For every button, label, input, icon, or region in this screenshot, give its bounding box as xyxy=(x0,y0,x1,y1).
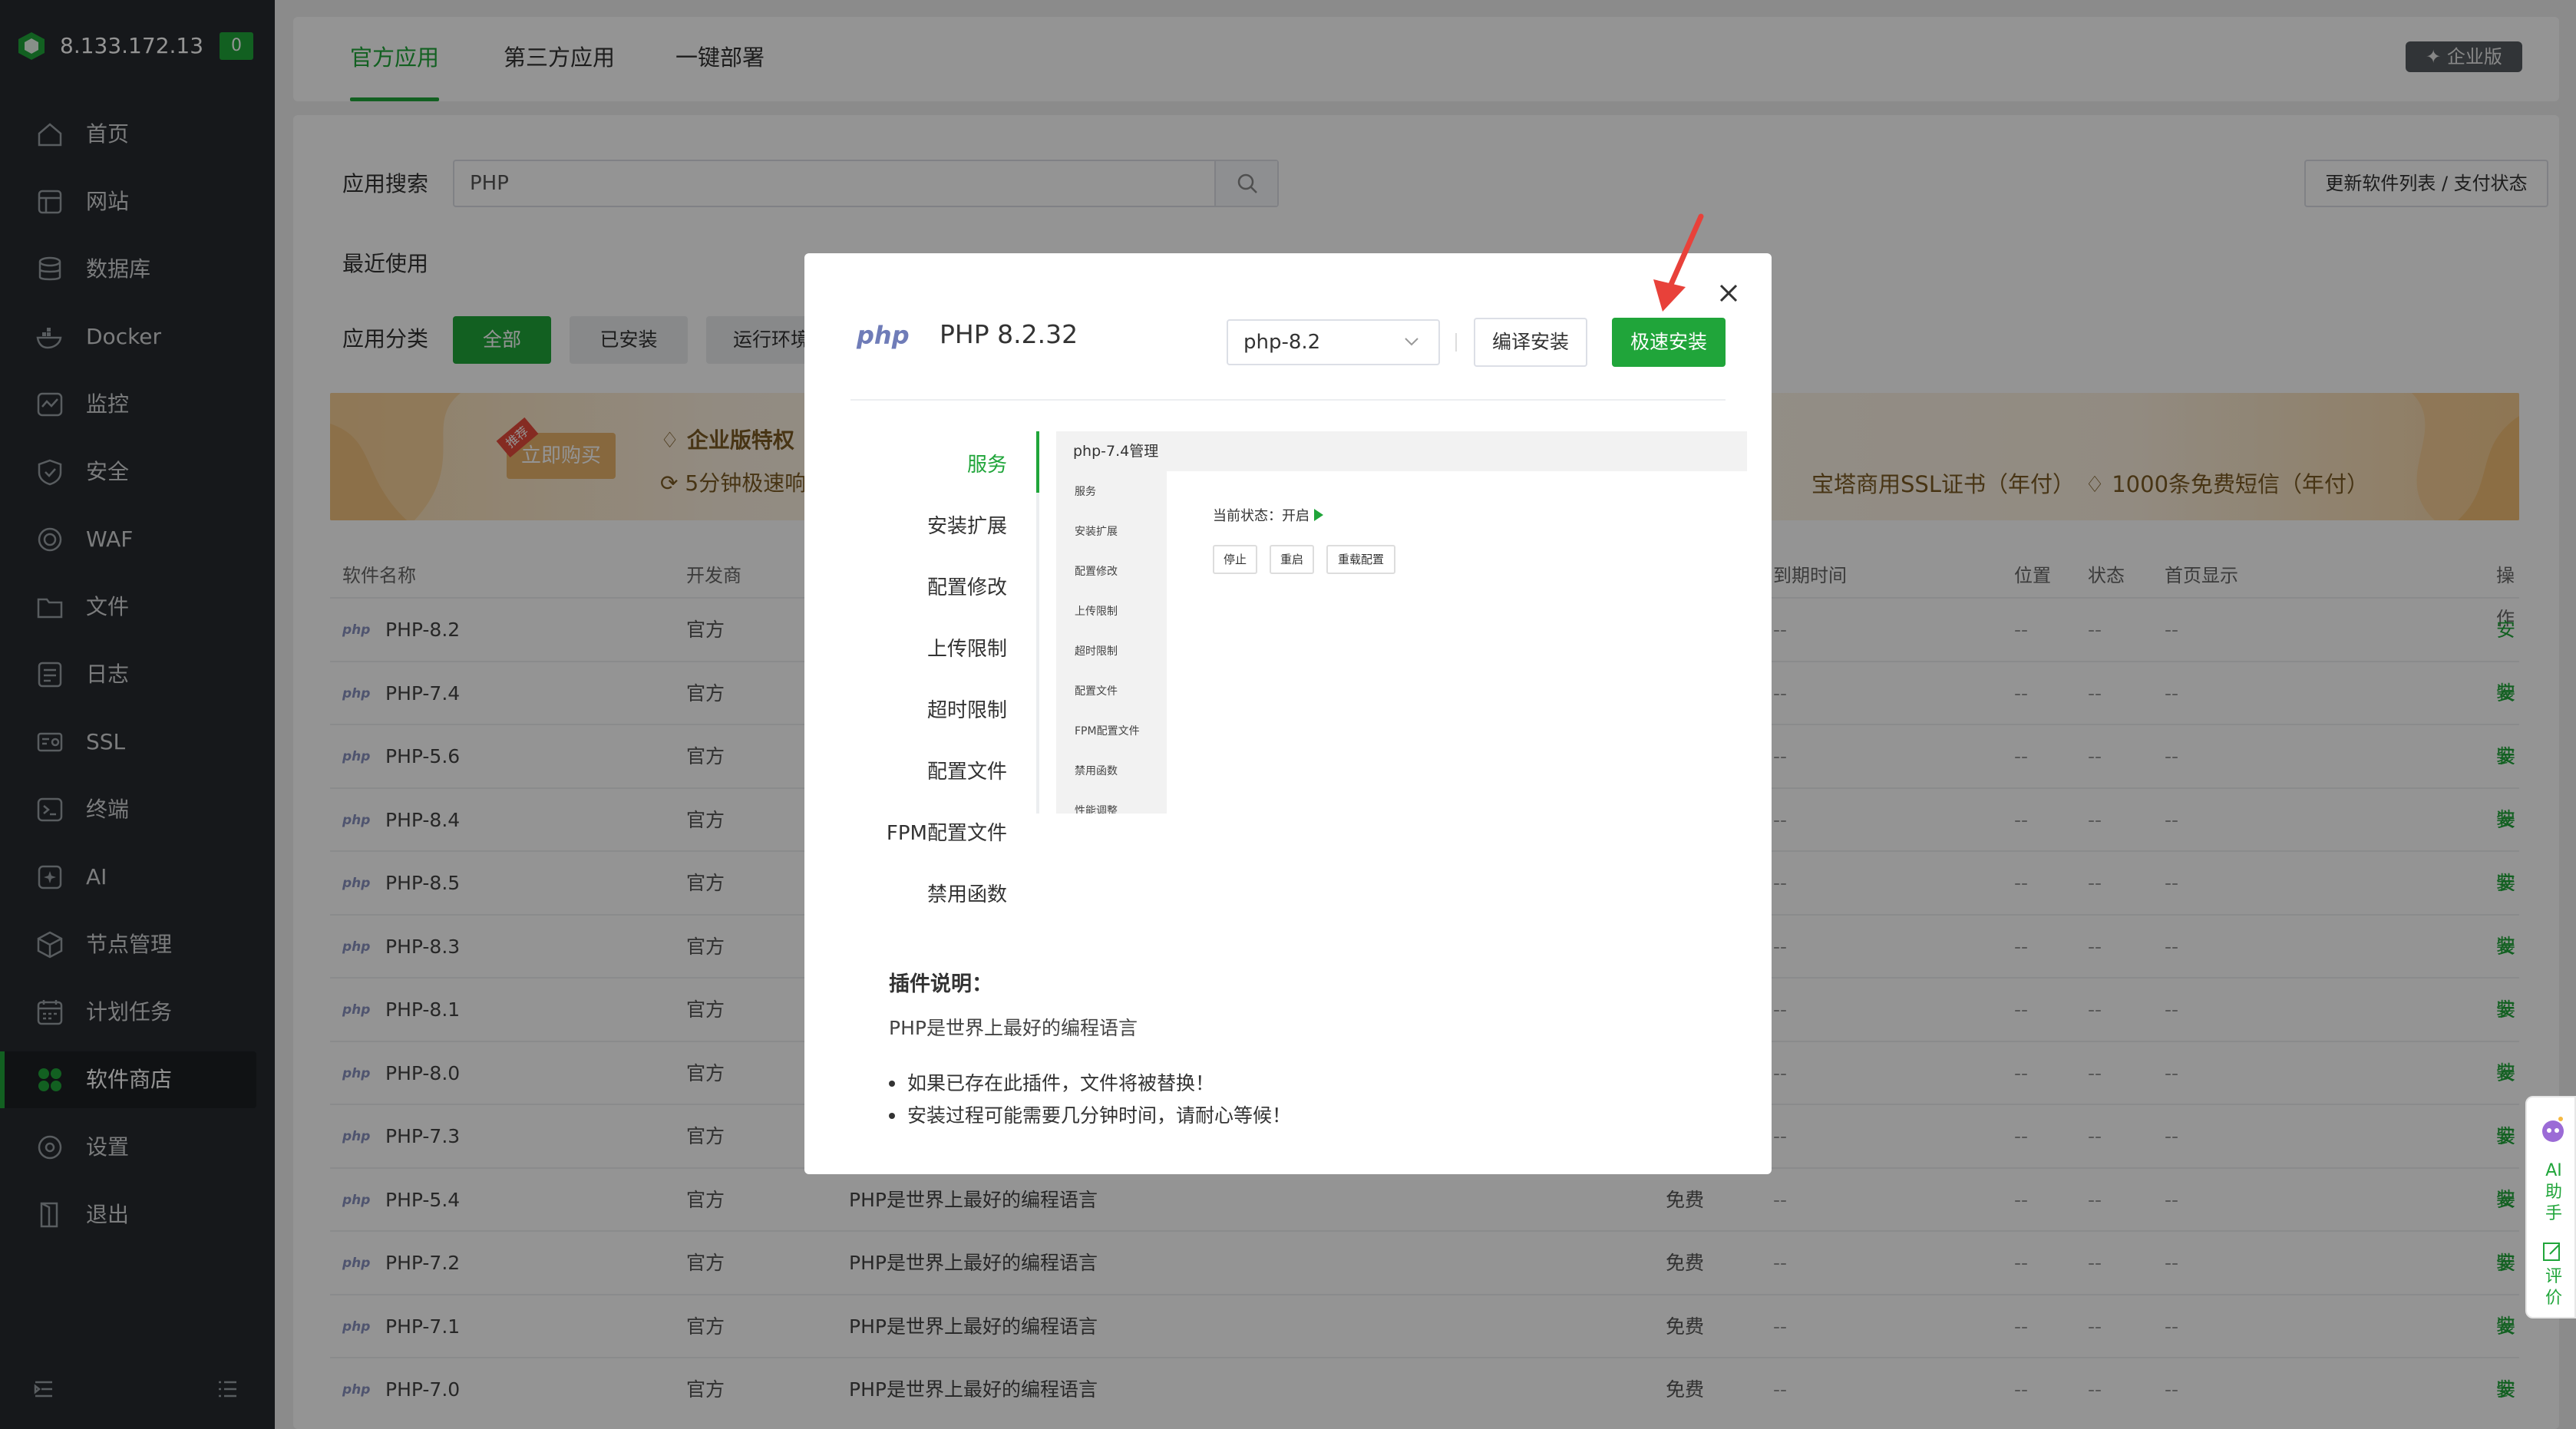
dialog-nav-item[interactable]: 配置文件 xyxy=(804,757,1007,787)
dialog-nav-item[interactable]: 安装扩展 xyxy=(804,511,1007,542)
compile-install-button[interactable]: 编译安装 xyxy=(1474,318,1587,367)
chevron-down-icon xyxy=(1405,338,1418,346)
notice-text-2: 安装过程可能需要几分钟时间，请耐心等候！ xyxy=(907,1104,1292,1127)
preview-menu-item: 超时限制 xyxy=(1075,645,1118,658)
dialog-nav-item[interactable]: 配置修改 xyxy=(804,573,1007,603)
plugin-desc-title: 插件说明： xyxy=(889,972,992,996)
preview-header: php-7.4管理 xyxy=(1056,431,1747,471)
preview-stop-button: 停止 xyxy=(1213,545,1257,574)
version-select[interactable]: php-8.2 xyxy=(1227,319,1440,365)
preview-menu-item: 配置修改 xyxy=(1075,566,1118,578)
php-install-dialog: php PHP 8.2.32 php-8.2 编译安装 极速安装 服务安装扩展配… xyxy=(804,253,1772,1174)
preview-menu-item: 禁用函数 xyxy=(1075,765,1118,777)
preview-menu-item: 服务 xyxy=(1075,486,1096,498)
fast-install-button[interactable]: 极速安装 xyxy=(1612,318,1726,367)
button-separator xyxy=(1455,333,1457,351)
preview-menu-item: 配置文件 xyxy=(1075,685,1118,698)
version-select-value: php-8.2 xyxy=(1243,331,1321,354)
bullet-dot xyxy=(889,1113,895,1119)
preview-menu-item: FPM配置文件 xyxy=(1075,725,1140,738)
bullet-dot xyxy=(889,1081,895,1087)
red-arrow-annotation xyxy=(1653,213,1704,312)
ai-assistant-float[interactable]: AI助手 评价 xyxy=(2525,1096,2576,1318)
preview-menu-item: 上传限制 xyxy=(1075,606,1118,618)
preview-menu: 服务安装扩展配置修改上传限制超时限制配置文件FPM配置文件禁用函数性能调整负载状… xyxy=(1056,471,1167,814)
dialog-nav-item[interactable]: 服务 xyxy=(804,450,1007,480)
preview-status-text: 当前状态：开启 xyxy=(1213,508,1309,524)
nav-active-indicator xyxy=(1036,431,1039,493)
preview-status: 当前状态：开启 xyxy=(1213,505,1323,525)
preview-menu-item: 安装扩展 xyxy=(1075,526,1118,538)
edit-rate-icon xyxy=(2543,1243,2560,1261)
dialog-nav-item[interactable]: 禁用函数 xyxy=(804,880,1007,910)
play-icon xyxy=(1314,509,1323,521)
rate-label: 评价 xyxy=(2545,1267,2562,1308)
dialog-title: PHP 8.2.32 xyxy=(940,319,1078,349)
dialog-nav-item[interactable]: 上传限制 xyxy=(804,634,1007,665)
dialog-divider xyxy=(850,399,1726,401)
ai-robot-icon xyxy=(2542,1117,2564,1142)
notice-bullet-1: 如果已存在此插件，文件将被替换！ xyxy=(889,1068,1214,1096)
preview-menu-item: 性能调整 xyxy=(1075,805,1118,814)
close-icon[interactable] xyxy=(1713,278,1744,309)
dialog-nav-item[interactable]: FPM配置文件 xyxy=(804,818,1007,849)
ai-assistant-label: AI助手 xyxy=(2545,1161,2562,1223)
preview-restart-button: 重启 xyxy=(1270,545,1314,574)
notice-bullet-2: 安装过程可能需要几分钟时间，请耐心等候！ xyxy=(889,1101,1291,1128)
preview-screenshot: php-7.4管理 服务安装扩展配置修改上传限制超时限制配置文件 FPM配置文件禁… xyxy=(1056,431,1747,814)
dialog-nav-item[interactable]: 超时限制 xyxy=(804,695,1007,726)
preview-reload-button: 重载配置 xyxy=(1326,545,1395,574)
php-logo: php xyxy=(857,321,910,350)
plugin-desc: PHP是世界上最好的编程语言 xyxy=(889,1017,1138,1039)
notice-text-1: 如果已存在此插件，文件将被替换！ xyxy=(907,1072,1215,1094)
